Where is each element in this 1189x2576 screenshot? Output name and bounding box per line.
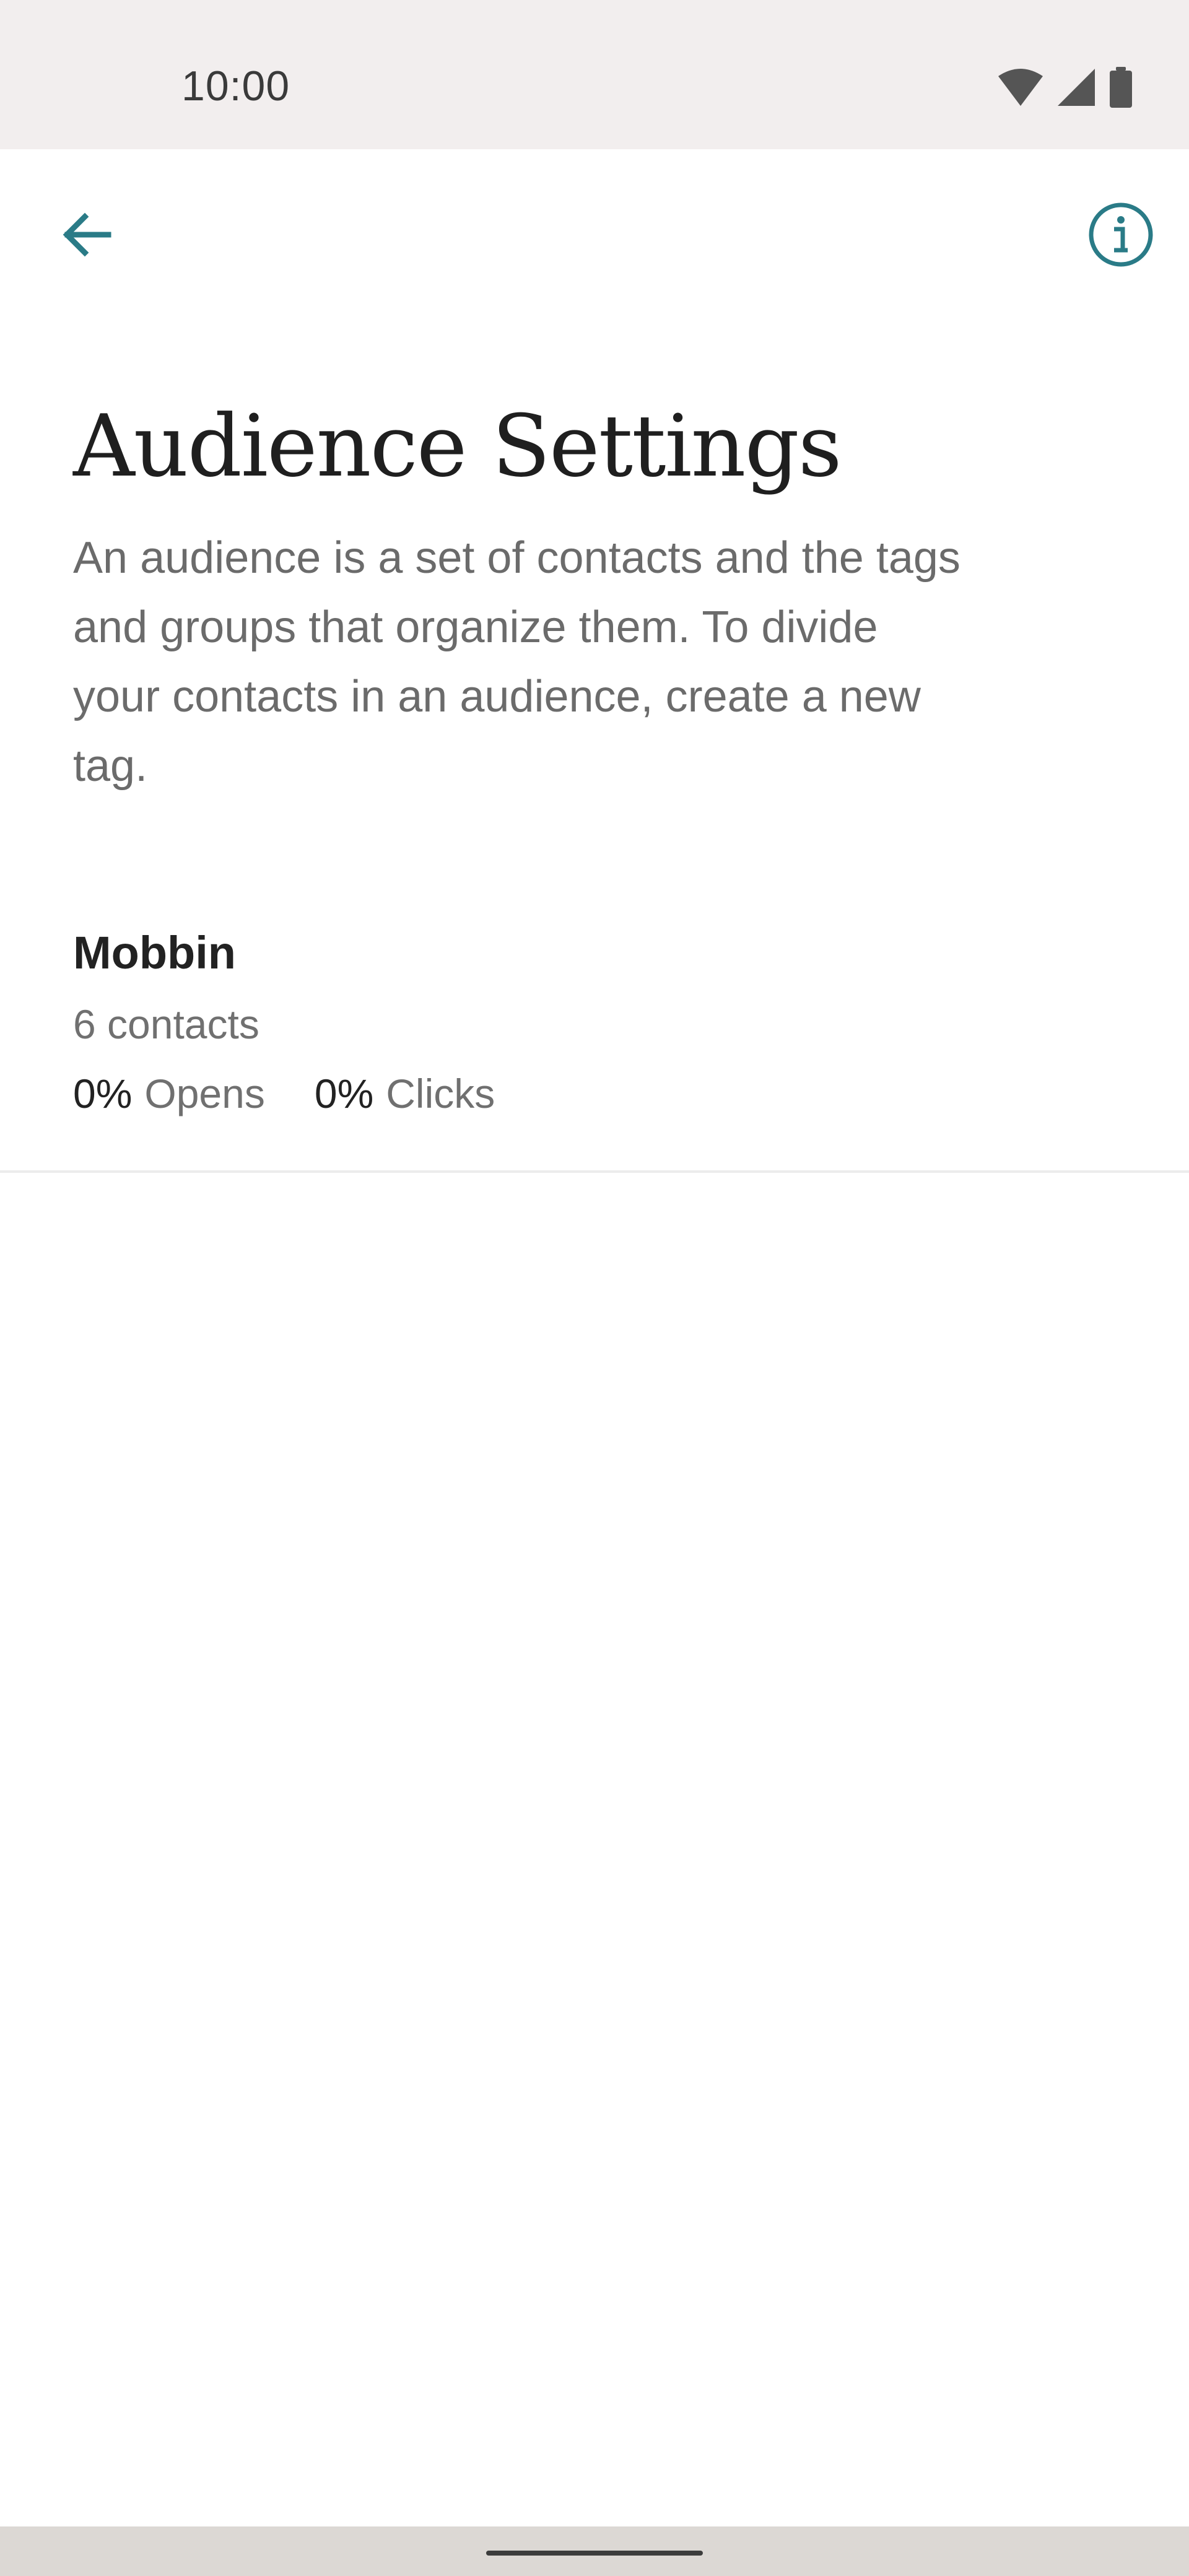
system-navigation-bar <box>0 2526 1189 2576</box>
back-button[interactable] <box>50 199 124 273</box>
wifi-icon <box>997 67 1044 110</box>
cellular-signal-icon <box>1056 67 1096 110</box>
info-button[interactable] <box>1084 199 1158 273</box>
opens-stat: 0% Opens <box>73 1070 265 1117</box>
status-icons <box>997 66 1133 111</box>
status-time: 10:00 <box>181 63 290 110</box>
info-circle-icon <box>1087 201 1155 272</box>
page-title: Audience Settings <box>73 396 842 496</box>
opens-value: 0% <box>73 1071 133 1116</box>
audience-contact-count: 6 contacts <box>73 1001 259 1047</box>
arrow-left-icon <box>59 207 115 266</box>
audience-stats: 0% Opens 0% Clicks <box>73 1070 495 1117</box>
clicks-value: 0% <box>314 1071 374 1116</box>
audience-name: Mobbin <box>73 927 237 978</box>
clicks-stat: 0% Clicks <box>315 1070 495 1117</box>
audience-list-item[interactable]: Mobbin 6 contacts 0% Opens 0% Clicks <box>0 892 1189 1173</box>
home-indicator[interactable] <box>486 2551 703 2556</box>
battery-icon <box>1108 66 1133 111</box>
opens-label: Opens <box>144 1071 265 1116</box>
clicks-label: Clicks <box>386 1071 495 1116</box>
status-bar: 10:00 <box>0 0 1189 149</box>
app-bar <box>0 149 1189 320</box>
page-description: An audience is a set of contacts and the… <box>73 533 960 791</box>
